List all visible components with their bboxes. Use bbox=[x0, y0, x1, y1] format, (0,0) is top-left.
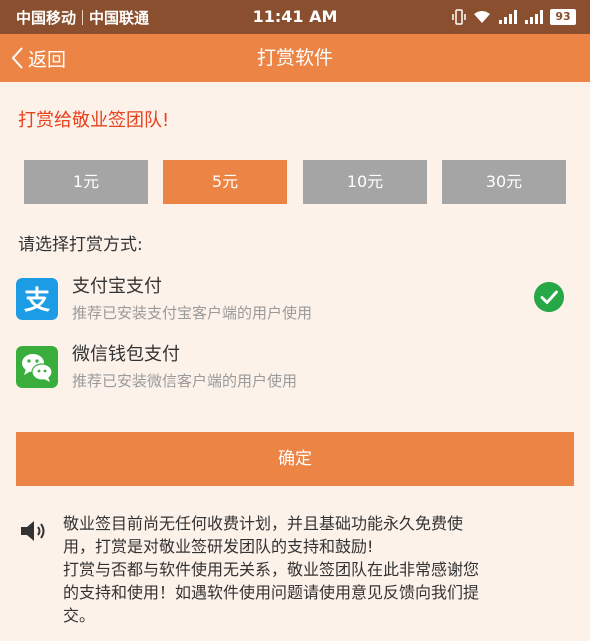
notice-line: 交。 bbox=[63, 606, 96, 625]
amount-button-30[interactable]: 30元 bbox=[442, 160, 566, 204]
battery-level: 93 bbox=[550, 9, 576, 25]
vibrate-icon bbox=[452, 9, 466, 25]
status-bar: 中国移动 中国联通 11:41 AM 93 bbox=[0, 0, 590, 34]
notice-line: 的支持和使用！如遇软件使用问题请使用意见反馈向我们提 bbox=[63, 583, 480, 602]
amount-button-1[interactable]: 1元 bbox=[24, 160, 148, 204]
signal-icon-2 bbox=[525, 10, 543, 24]
check-icon bbox=[534, 282, 564, 312]
alipay-icon: 支 bbox=[16, 278, 58, 320]
amount-options: 1元 5元 10元 30元 bbox=[24, 160, 566, 204]
payment-option-wechat[interactable]: 微信钱包支付 推荐已安装微信客户端的用户使用 bbox=[16, 340, 574, 396]
status-icons: 93 bbox=[452, 0, 576, 34]
payment-option-desc: 推荐已安装支付宝客户端的用户使用 bbox=[72, 304, 313, 322]
svg-text:支: 支 bbox=[24, 286, 50, 316]
notice-line: 敬业签目前尚无任何收费计划，并且基础功能永久免费使 bbox=[63, 514, 464, 533]
nav-bar: 返回 打赏软件 bbox=[0, 34, 590, 82]
payment-option-alipay[interactable]: 支 支付宝支付 推荐已安装支付宝客户端的用户使用 bbox=[16, 272, 574, 328]
signal-icon-1 bbox=[499, 10, 517, 24]
reward-heading: 打赏给敬业签团队! bbox=[18, 110, 170, 131]
wechat-icon bbox=[16, 346, 58, 388]
back-button[interactable]: 返回 bbox=[10, 34, 66, 82]
chevron-left-icon bbox=[11, 47, 23, 69]
wifi-icon bbox=[474, 11, 490, 23]
amount-button-5[interactable]: 5元 bbox=[163, 160, 287, 204]
notice-line: 打赏与否都与软件使用无关系，敬业签团队在此非常感谢您 bbox=[63, 560, 480, 579]
confirm-button[interactable]: 确定 bbox=[16, 432, 574, 486]
back-label: 返回 bbox=[28, 48, 67, 71]
payment-option-name: 微信钱包支付 bbox=[72, 344, 180, 365]
amount-button-10[interactable]: 10元 bbox=[303, 160, 427, 204]
speaker-icon bbox=[21, 521, 45, 541]
notice-line: 用，打赏是对敬业签研发团队的支持和鼓励! bbox=[63, 537, 374, 556]
payment-option-name: 支付宝支付 bbox=[72, 276, 162, 297]
notice-text: 敬业签目前尚无任何收费计划，并且基础功能永久免费使 用，打赏是对敬业签研发团队的… bbox=[63, 512, 578, 627]
page-title: 打赏软件 bbox=[256, 47, 333, 69]
payment-method-label: 请选择打赏方式: bbox=[18, 235, 143, 255]
payment-option-desc: 推荐已安装微信客户端的用户使用 bbox=[72, 372, 298, 390]
